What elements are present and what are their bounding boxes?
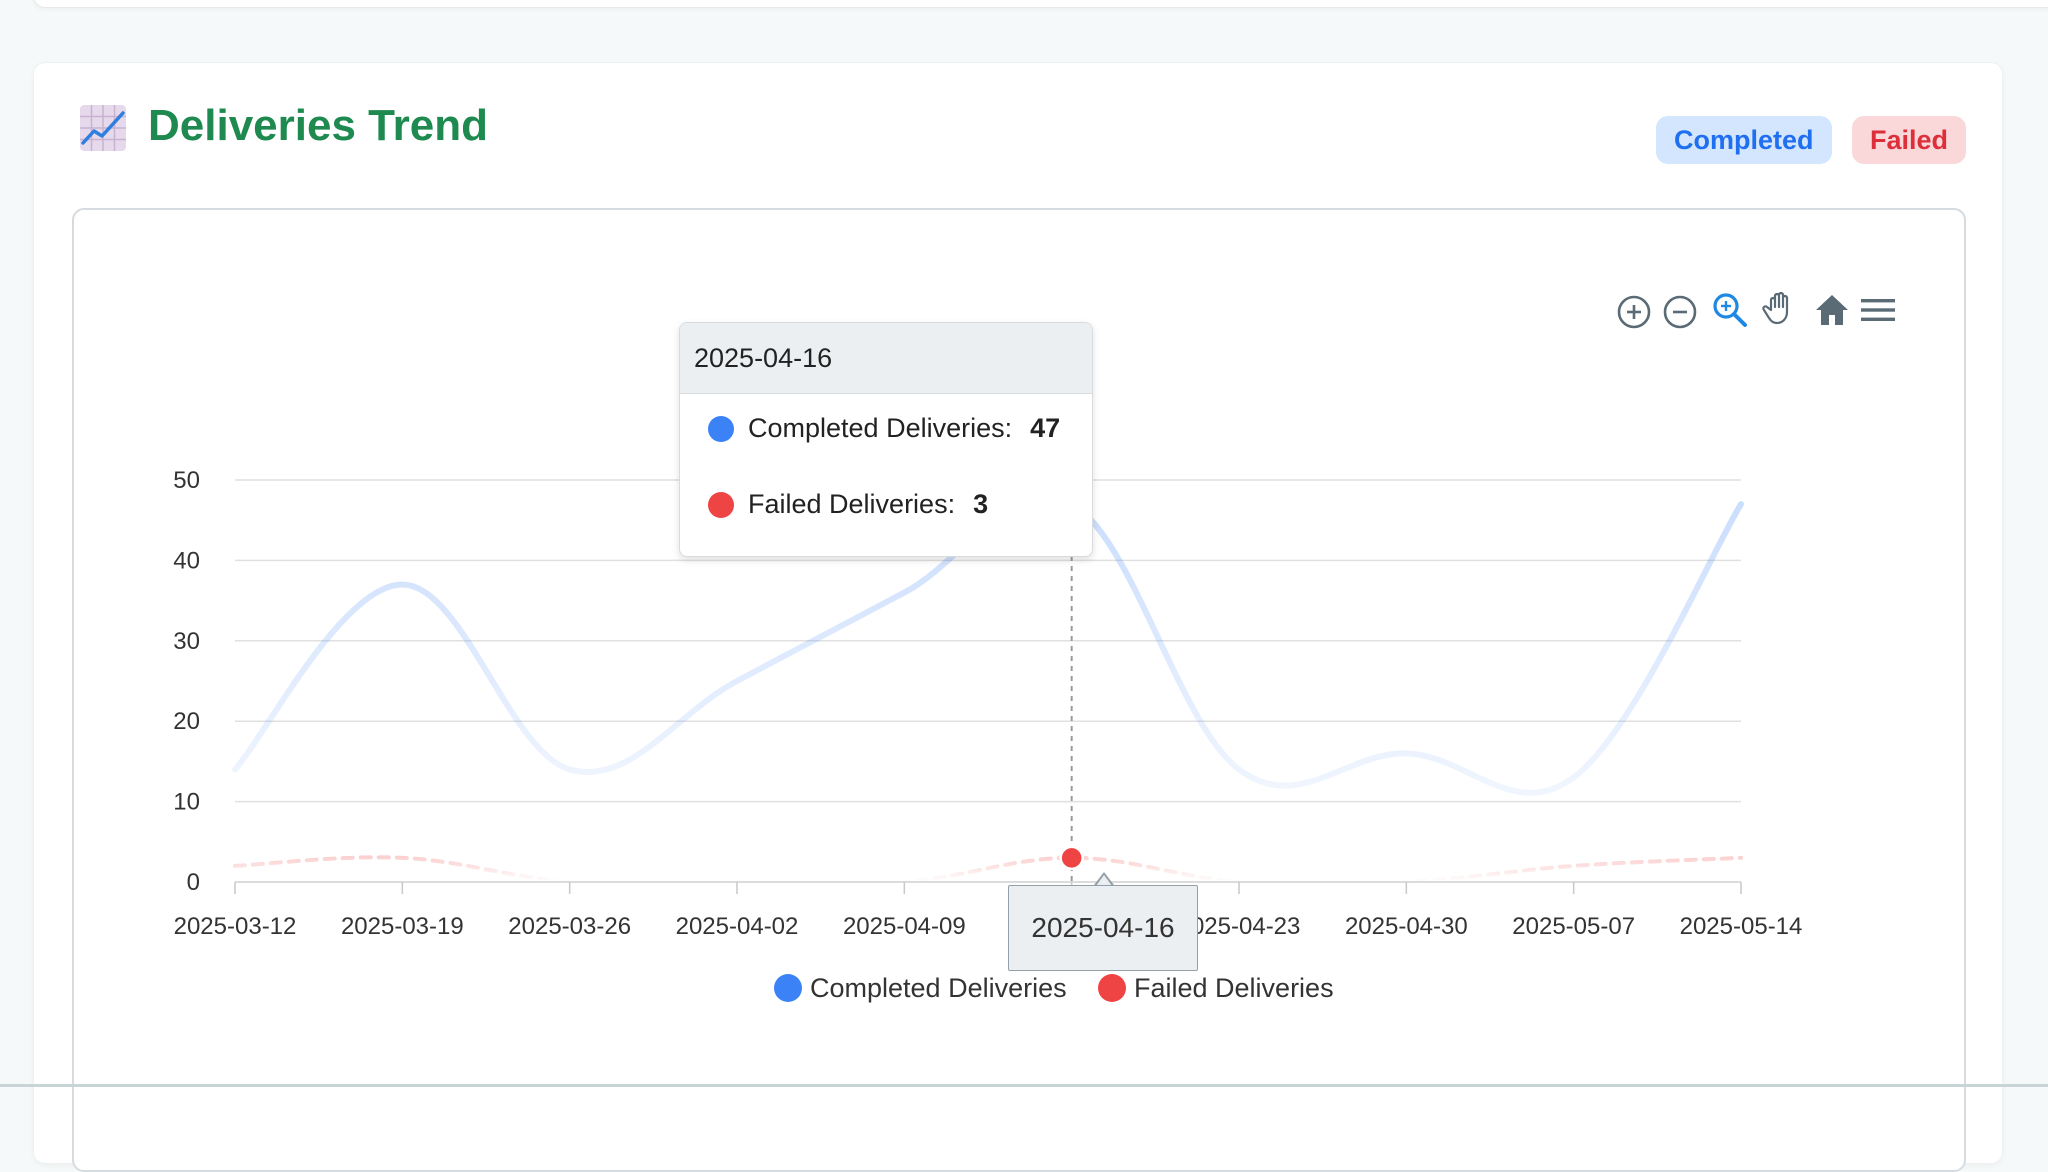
y-tick-label: 50	[173, 467, 200, 494]
data-point[interactable]	[398, 581, 406, 589]
zoom-out-icon[interactable]	[1662, 294, 1698, 330]
y-tick-label: 40	[173, 547, 200, 574]
x-tick-label: 2025-04-09	[843, 913, 966, 940]
data-point[interactable]	[1737, 500, 1745, 508]
y-tick-label: 20	[173, 708, 200, 735]
legend-completed[interactable]: Completed Deliveries	[774, 973, 1067, 1003]
completed-badge[interactable]: Completed	[1656, 116, 1832, 164]
chart-tooltip: 2025-04-16 Completed Deliveries: 47 Fail…	[679, 322, 1093, 557]
tooltip-label: Failed Deliveries:	[748, 489, 956, 519]
legend-marker-icon	[774, 974, 802, 1002]
data-point[interactable]	[566, 765, 574, 773]
x-tick-label: 2025-05-14	[1680, 913, 1803, 940]
x-tick-label: 2025-04-02	[676, 913, 799, 940]
tooltip-row-failed: Failed Deliveries: 3	[708, 489, 988, 520]
tooltip-value: 3	[973, 489, 989, 519]
data-point[interactable]	[1402, 749, 1410, 757]
menu-icon[interactable]	[1860, 292, 1896, 328]
y-tick-label: 30	[173, 628, 200, 655]
previous-card	[33, 0, 2048, 8]
data-point[interactable]	[1570, 773, 1578, 781]
legend-label: Completed Deliveries	[810, 973, 1067, 1003]
x-tick-label: 2025-03-19	[341, 913, 464, 940]
x-tick-label: 2025-03-12	[174, 913, 297, 940]
tooltip-value: 47	[1030, 413, 1061, 443]
legend-label: Failed Deliveries	[1134, 973, 1334, 1003]
failed-badge[interactable]: Failed	[1852, 116, 1967, 164]
data-point[interactable]	[1737, 854, 1745, 862]
zoom-in-icon[interactable]	[1616, 294, 1652, 330]
data-point[interactable]	[1402, 878, 1410, 886]
tooltip-date: 2025-04-16	[680, 323, 1092, 394]
data-point[interactable]	[1235, 878, 1243, 886]
completed-marker-icon	[708, 415, 734, 442]
reset-home-icon[interactable]	[1814, 292, 1850, 328]
data-point[interactable]	[398, 854, 406, 862]
chart-increasing-icon	[80, 105, 126, 151]
data-point[interactable]	[900, 589, 908, 597]
legend-marker-icon	[1098, 974, 1126, 1002]
x-tick-label: 2025-05-07	[1512, 913, 1635, 940]
data-point[interactable]	[231, 862, 239, 870]
selection-zoom-icon[interactable]	[1712, 292, 1748, 328]
y-tick-label: 0	[187, 869, 200, 896]
pan-hand-icon[interactable]	[1762, 290, 1798, 326]
data-point[interactable]	[1570, 862, 1578, 870]
data-point[interactable]	[566, 878, 574, 886]
x-tick-label: 2025-04-30	[1345, 913, 1468, 940]
data-point[interactable]	[900, 878, 908, 886]
tooltip-label: Completed Deliveries:	[748, 413, 1013, 443]
failed-marker-icon	[708, 491, 734, 518]
x-tick-label: 2025-03-26	[508, 913, 631, 940]
deliveries-trend-card: Deliveries Trend Completed Failed 0 10 20 3…	[33, 62, 2003, 1172]
card-title: Deliveries Trend	[148, 101, 488, 150]
data-point[interactable]	[733, 677, 741, 685]
data-point[interactable]	[231, 765, 239, 773]
tooltip-row-completed: Completed Deliveries: 47	[708, 413, 1060, 444]
y-tick-label: 10	[173, 789, 200, 816]
data-point[interactable]	[1235, 765, 1243, 773]
crosshair-x-label: 2025-04-16	[1008, 885, 1198, 971]
data-point[interactable]	[733, 878, 741, 886]
legend-failed[interactable]: Failed Deliveries	[1098, 973, 1334, 1003]
highlight-marker[interactable]	[1059, 845, 1084, 871]
series-line-failed	[233, 855, 1743, 887]
